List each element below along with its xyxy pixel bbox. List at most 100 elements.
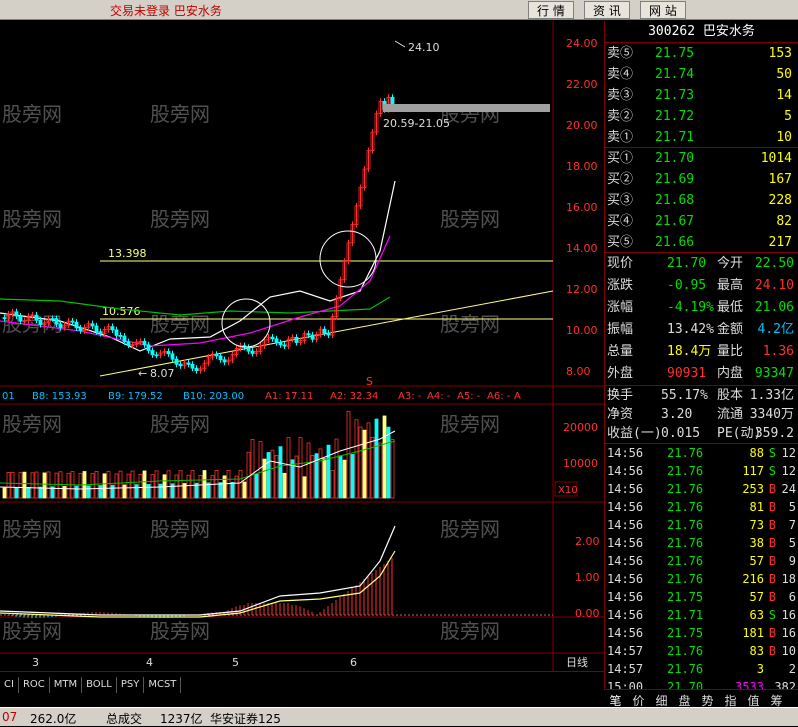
tick-count: 16 — [781, 626, 796, 640]
tick-volume: 3 — [756, 662, 764, 676]
tick-list[interactable]: 14:56 21.76 88 S 12 14:56 21.76 117 S 12 14:56 21.7… — [605, 444, 798, 696]
quote-label: 最高 — [717, 278, 744, 293]
ind-tab-ci[interactable]: CI — [0, 677, 19, 693]
tick-count: 18 — [781, 572, 796, 586]
svg-text:←: ← — [138, 367, 147, 380]
tick-count: 12 — [781, 446, 796, 460]
candle-body — [38, 319, 43, 325]
tick-side: B — [768, 644, 776, 658]
candle-body — [18, 315, 23, 322]
book-row[interactable]: 买④ 21.67 82 — [605, 211, 798, 232]
tick-row[interactable]: 14:57 21.76 83 B 10 — [605, 642, 798, 660]
fundamental-stats: 换手 55.17% 股本 1.33亿 净资 3.20 流通 3340万 收益(一) 0.015 PE… — [605, 386, 798, 444]
book-row[interactable]: 卖② 21.72 5 — [605, 106, 798, 127]
candle-body — [322, 328, 327, 334]
svg-text:股旁网: 股旁网 — [440, 619, 500, 643]
volume-bar — [118, 470, 123, 499]
book-row[interactable]: 买⑤ 21.66 217 — [605, 232, 798, 253]
book-row[interactable]: 卖① 21.71 10 — [605, 127, 798, 148]
date-axis: 3 4 5 6 — [32, 656, 357, 669]
book-volume: 82 — [776, 214, 792, 229]
candle-body — [114, 329, 119, 336]
volume-bar — [134, 484, 139, 499]
quote-row: 外盘 90931 内盘 93347 — [605, 363, 798, 385]
svg-text:A4: -: A4: - — [427, 391, 451, 402]
volume-bar — [218, 482, 223, 499]
ind-tab-roc[interactable]: ROC — [19, 677, 50, 693]
candle-body — [54, 318, 59, 325]
tick-row[interactable]: 14:56 21.76 88 S 12 — [605, 444, 798, 462]
book-row[interactable]: 卖⑤ 21.75 153 — [605, 43, 798, 64]
tick-row[interactable]: 14:56 21.75 57 B 6 — [605, 588, 798, 606]
tick-row[interactable]: 14:56 21.75 181 B 16 — [605, 624, 798, 642]
tick-row[interactable]: 14:56 21.76 57 B 9 — [605, 552, 798, 570]
ind-tab-psy[interactable]: PSY — [117, 677, 145, 693]
ind-tab-mcst[interactable]: MCST — [144, 677, 182, 693]
quote-row: 振幅 13.42% 金额 4.2亿 — [605, 319, 798, 341]
quote-label: 总量 — [607, 344, 634, 359]
quote-value: 21.70 — [667, 256, 707, 271]
tick-volume: 63 — [749, 608, 764, 622]
book-level-label: 卖② — [607, 109, 634, 124]
tick-volume: 57 — [749, 590, 764, 604]
tick-time: 14:57 — [607, 644, 644, 658]
volume-bar — [246, 451, 251, 499]
tab-quotes[interactable]: 行 情 — [528, 1, 574, 19]
quote-row: 涨跌 -0.95 最高 24.10 — [605, 275, 798, 297]
tick-row[interactable]: 14:56 21.76 73 B 7 — [605, 516, 798, 534]
tick-row[interactable]: 14:56 21.71 63 S 16 — [605, 606, 798, 624]
book-row[interactable]: 买① 21.70 1014 — [605, 148, 798, 169]
indicator-values: 01 B8: 153.93 B9: 179.52 B10: 203.00 A1:… — [2, 391, 521, 402]
svg-text:6: 6 — [350, 656, 357, 669]
tick-price: 21.71 — [667, 608, 704, 622]
candle-body — [166, 351, 171, 355]
book-row[interactable]: 买③ 21.68 228 — [605, 190, 798, 211]
ind-tab-boll[interactable]: BOLL — [82, 677, 117, 693]
volume-bar — [78, 473, 83, 499]
book-row[interactable]: 卖③ 21.73 14 — [605, 85, 798, 106]
svg-text:16.00: 16.00 — [566, 201, 598, 214]
period-label[interactable]: 日线 — [566, 655, 588, 669]
status-bar: 07 262.0亿 总成交 1237亿 华安证券125 — [0, 707, 798, 726]
volume-bar — [22, 471, 27, 499]
tab-website[interactable]: 网 站 — [640, 1, 686, 19]
macd-histogram — [7, 558, 393, 618]
volume-bar — [210, 475, 215, 499]
quote-label: 最低 — [717, 300, 744, 315]
candle-body — [250, 350, 255, 354]
volume-bar — [362, 429, 367, 499]
volume-bar — [14, 487, 19, 499]
book-price: 21.72 — [655, 109, 695, 124]
volume-bar — [38, 486, 43, 499]
volume-bar — [378, 442, 383, 499]
price-range-bar — [383, 104, 550, 112]
stat-value: 55.17% — [661, 388, 708, 403]
tick-count: 12 — [781, 464, 796, 478]
candle-body — [282, 344, 287, 347]
book-level-label: 卖⑤ — [607, 46, 634, 61]
tick-row[interactable]: 14:56 21.76 38 B 5 — [605, 534, 798, 552]
tick-row[interactable]: 14:56 21.76 81 B 5 — [605, 498, 798, 516]
chart-area[interactable]: 股旁网 股旁网 股旁网 股旁网 股旁网 股旁网 股旁网 股旁网 股旁网 股旁网 股旁网 股旁网 … — [0, 21, 604, 676]
ind-tab-mtm[interactable]: MTM — [50, 677, 83, 693]
candle-body — [122, 335, 127, 343]
candle-body — [70, 320, 75, 323]
tick-row[interactable]: 14:57 21.76 3 2 — [605, 660, 798, 678]
volume-bar — [258, 441, 263, 499]
stat-value: 359.2 — [754, 426, 794, 441]
candle-body — [150, 350, 155, 356]
svg-text:股旁网: 股旁网 — [150, 207, 210, 231]
book-price: 21.66 — [655, 235, 695, 250]
book-row[interactable]: 卖④ 21.74 50 — [605, 64, 798, 85]
svg-text:S: S — [366, 375, 373, 388]
tab-news[interactable]: 资 讯 — [584, 1, 630, 19]
tick-side: B — [768, 590, 776, 604]
book-row[interactable]: 买② 21.69 167 — [605, 169, 798, 190]
candle-body — [14, 311, 19, 317]
tick-row[interactable]: 14:56 21.76 216 B 18 — [605, 570, 798, 588]
tick-row[interactable]: 14:56 21.76 253 B 24 — [605, 480, 798, 498]
quote-label: 金额 — [717, 322, 744, 337]
candle-body — [190, 363, 195, 369]
tick-row[interactable]: 14:56 21.76 117 S 12 — [605, 462, 798, 480]
volume-bar — [74, 485, 79, 499]
